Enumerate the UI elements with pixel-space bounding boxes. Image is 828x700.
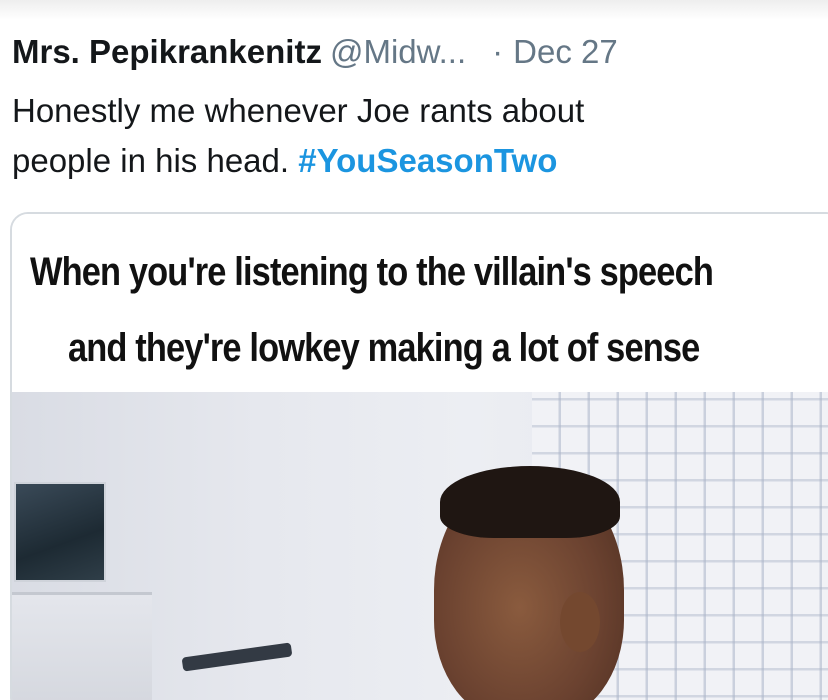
meme-photo[interactable] <box>12 392 828 700</box>
author-handle[interactable]: @Midw... <box>330 33 466 70</box>
author-display-name[interactable]: Mrs. Pepikrankenitz <box>12 33 322 70</box>
wall-poster <box>14 482 106 582</box>
meme-caption-line-1: When you're listening to the villain's s… <box>30 250 714 294</box>
tweet-date[interactable]: Dec 27 <box>513 33 618 70</box>
hashtag-link[interactable]: #YouSeasonTwo <box>298 142 557 179</box>
tweet-text-line-2: people in his head. #YouSeasonTwo <box>12 136 812 186</box>
person-hair <box>440 466 620 538</box>
handle-object <box>181 642 293 672</box>
tweet-text-line-2-prefix: people in his head. <box>12 142 299 179</box>
tweet-header: Mrs. Pepikrankenitz @Midw... · Dec 27 <box>12 30 618 74</box>
meme-caption: When you're listening to the villain's s… <box>12 214 828 392</box>
top-divider <box>0 0 828 20</box>
meme-caption-line-2: and they're lowkey making a lot of sense <box>68 326 700 370</box>
tweet[interactable]: Mrs. Pepikrankenitz @Midw... · Dec 27 Hones… <box>0 0 828 700</box>
shelf <box>12 592 152 700</box>
person-ear <box>560 592 600 652</box>
tweet-text: Honestly me whenever Joe rants about peo… <box>12 86 812 186</box>
separator-dot: · <box>492 33 504 70</box>
tweet-text-line-1: Honestly me whenever Joe rants about <box>12 92 585 129</box>
media-card[interactable]: When you're listening to the villain's s… <box>10 212 828 700</box>
